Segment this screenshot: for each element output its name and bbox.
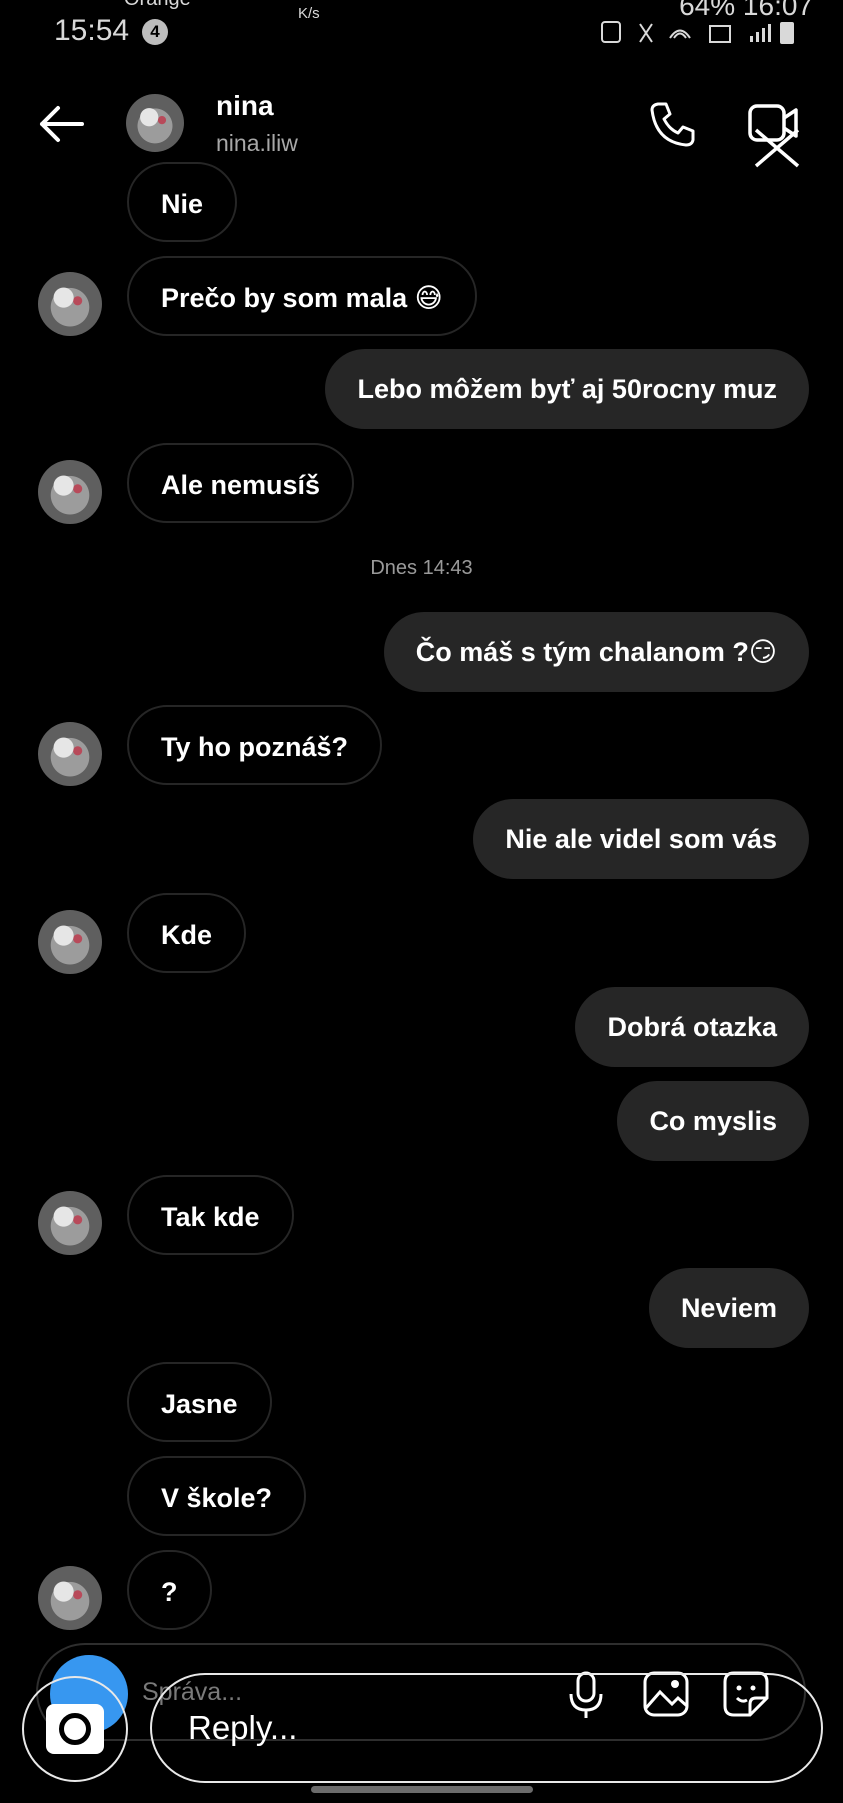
avatar[interactable] (38, 910, 102, 974)
message-incoming[interactable]: Prečo by som mala 😅 (127, 256, 477, 336)
phone-icon[interactable] (648, 100, 696, 148)
avatar[interactable] (38, 1566, 102, 1630)
message-incoming[interactable]: Ty ho poznáš? (127, 705, 382, 785)
status-icons (601, 21, 794, 44)
date-separator: Dnes 14:43 (370, 557, 473, 579)
notification-badge: 4 (142, 19, 168, 45)
message-outgoing[interactable]: Co myslis (617, 1081, 809, 1161)
message-outgoing[interactable]: Dobrá otazka (575, 987, 809, 1067)
header-avatar[interactable] (126, 94, 184, 152)
video-off-icon[interactable] (746, 100, 804, 170)
message-outgoing[interactable]: Nie ale videl som vás (473, 799, 809, 879)
camera-lens (59, 1713, 91, 1745)
message-outgoing[interactable]: Lebo môžem byť aj 50rocny muz (325, 349, 809, 429)
speed-unit: K/s (298, 5, 320, 22)
status-time: 15:54 (54, 14, 130, 47)
message-outgoing[interactable]: Čo máš s tým chalanom ?😏 (383, 612, 809, 692)
message-incoming[interactable]: Kde (127, 893, 247, 973)
avatar[interactable] (38, 460, 102, 524)
avatar[interactable] (38, 1191, 102, 1255)
message-incoming[interactable]: Tak kde (127, 1175, 294, 1255)
back-arrow-icon[interactable] (38, 104, 86, 144)
message-outgoing[interactable]: Neviem (648, 1268, 809, 1348)
contact-username[interactable]: nina.iliw (216, 130, 298, 157)
avatar[interactable] (38, 272, 102, 336)
carrier-label: Orange (124, 0, 191, 11)
home-indicator[interactable] (311, 1786, 533, 1793)
contact-name[interactable]: nina (216, 90, 274, 122)
message-incoming[interactable]: ? (127, 1550, 212, 1630)
message-incoming[interactable]: V škole? (127, 1456, 307, 1536)
message-incoming[interactable]: Nie (127, 162, 238, 242)
message-incoming[interactable]: Jasne (127, 1362, 272, 1442)
message-incoming[interactable]: Ale nemusíš (127, 443, 355, 523)
reply-placeholder: Reply... (188, 1709, 298, 1746)
avatar[interactable] (38, 722, 102, 786)
